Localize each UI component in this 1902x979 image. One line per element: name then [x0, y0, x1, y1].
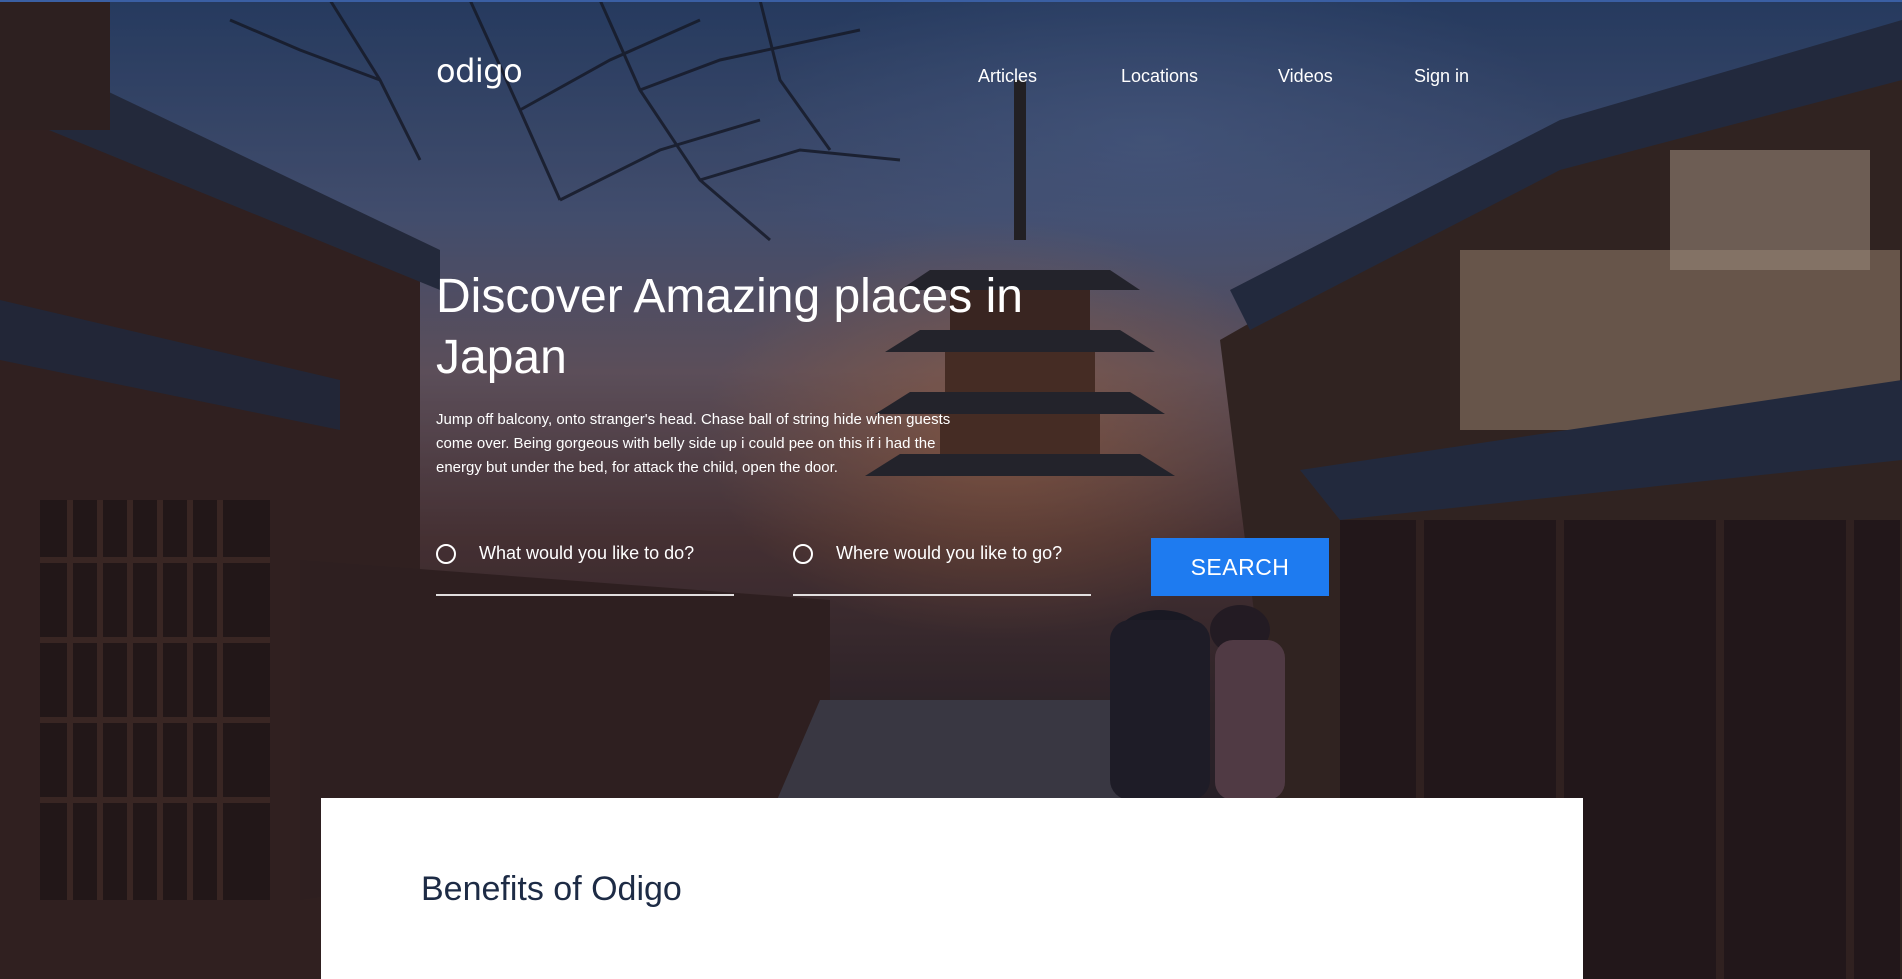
destination-search-input[interactable]	[836, 538, 1076, 568]
nav-item-locations[interactable]: Locations	[1121, 66, 1198, 87]
nav-item-videos[interactable]: Videos	[1278, 66, 1333, 87]
activity-search-field[interactable]	[436, 532, 734, 596]
benefits-title: Benefits of Odigo	[421, 870, 682, 908]
nav-item-articles[interactable]: Articles	[978, 66, 1037, 87]
hero-headline: Discover Amazing places in Japan	[436, 270, 1023, 384]
brand-logo[interactable]: odigo	[436, 52, 523, 90]
benefits-section: Benefits of Odigo	[321, 798, 1583, 979]
destination-radio-icon[interactable]	[793, 544, 813, 564]
hero-description: Jump off balcony, onto stranger's head. …	[436, 411, 951, 476]
destination-search-field[interactable]	[793, 532, 1091, 596]
activity-search-input[interactable]	[479, 538, 719, 568]
activity-radio-icon[interactable]	[436, 544, 456, 564]
nav-item-sign-in[interactable]: Sign in	[1414, 66, 1469, 87]
top-accent-line	[0, 0, 1902, 2]
search-button[interactable]: SEARCH	[1151, 538, 1329, 596]
